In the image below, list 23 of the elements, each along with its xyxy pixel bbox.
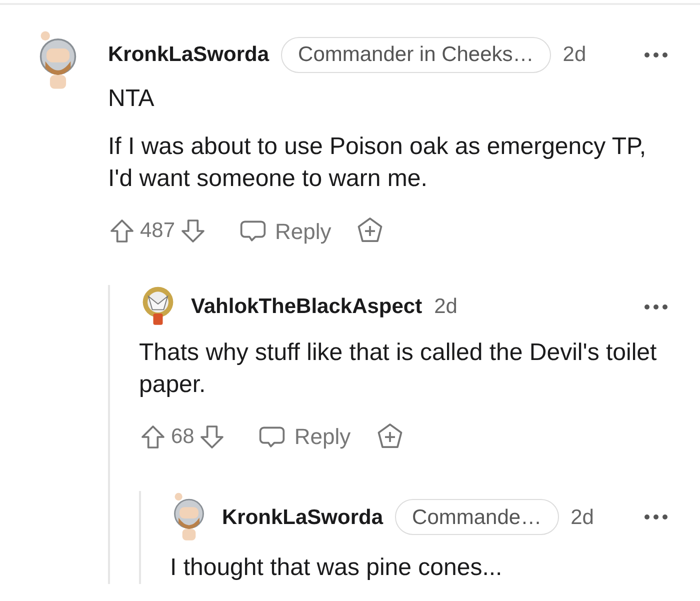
more-options-icon[interactable] [644,304,668,310]
username[interactable]: KronkLaSworda [222,502,384,534]
timestamp: 2d [434,294,458,320]
downvote-icon[interactable] [179,217,208,245]
comment-text: NTA [108,84,156,114]
username[interactable]: VahlokTheBlackAspect [191,291,422,323]
more-options-icon[interactable] [644,52,668,58]
reply-button[interactable]: Reply [239,214,332,248]
downvote-icon[interactable] [198,422,226,451]
more-options-icon[interactable] [644,514,668,520]
upvote-icon[interactable] [139,422,167,451]
comment-text: Thats why stuff like that is called the Devil's toilet paper. [139,338,658,400]
vote-count: 68 [171,424,194,450]
username[interactable]: KronkLaSworda [108,39,270,71]
timestamp: 2d [562,42,586,68]
reply-button[interactable]: Reply [258,420,351,454]
comment-text: If I was about to use Poison oak as emergency TP, I'd want someone to warn me. [108,132,648,194]
user-flair: Commander in Cheeks… [281,37,551,73]
timestamp: 2d [570,504,594,531]
user-flair: Commande… [395,499,559,536]
vote-count: 487 [140,218,176,244]
comment-text: I thought that was pine cones... [170,552,504,583]
upvote-icon[interactable] [108,217,136,245]
